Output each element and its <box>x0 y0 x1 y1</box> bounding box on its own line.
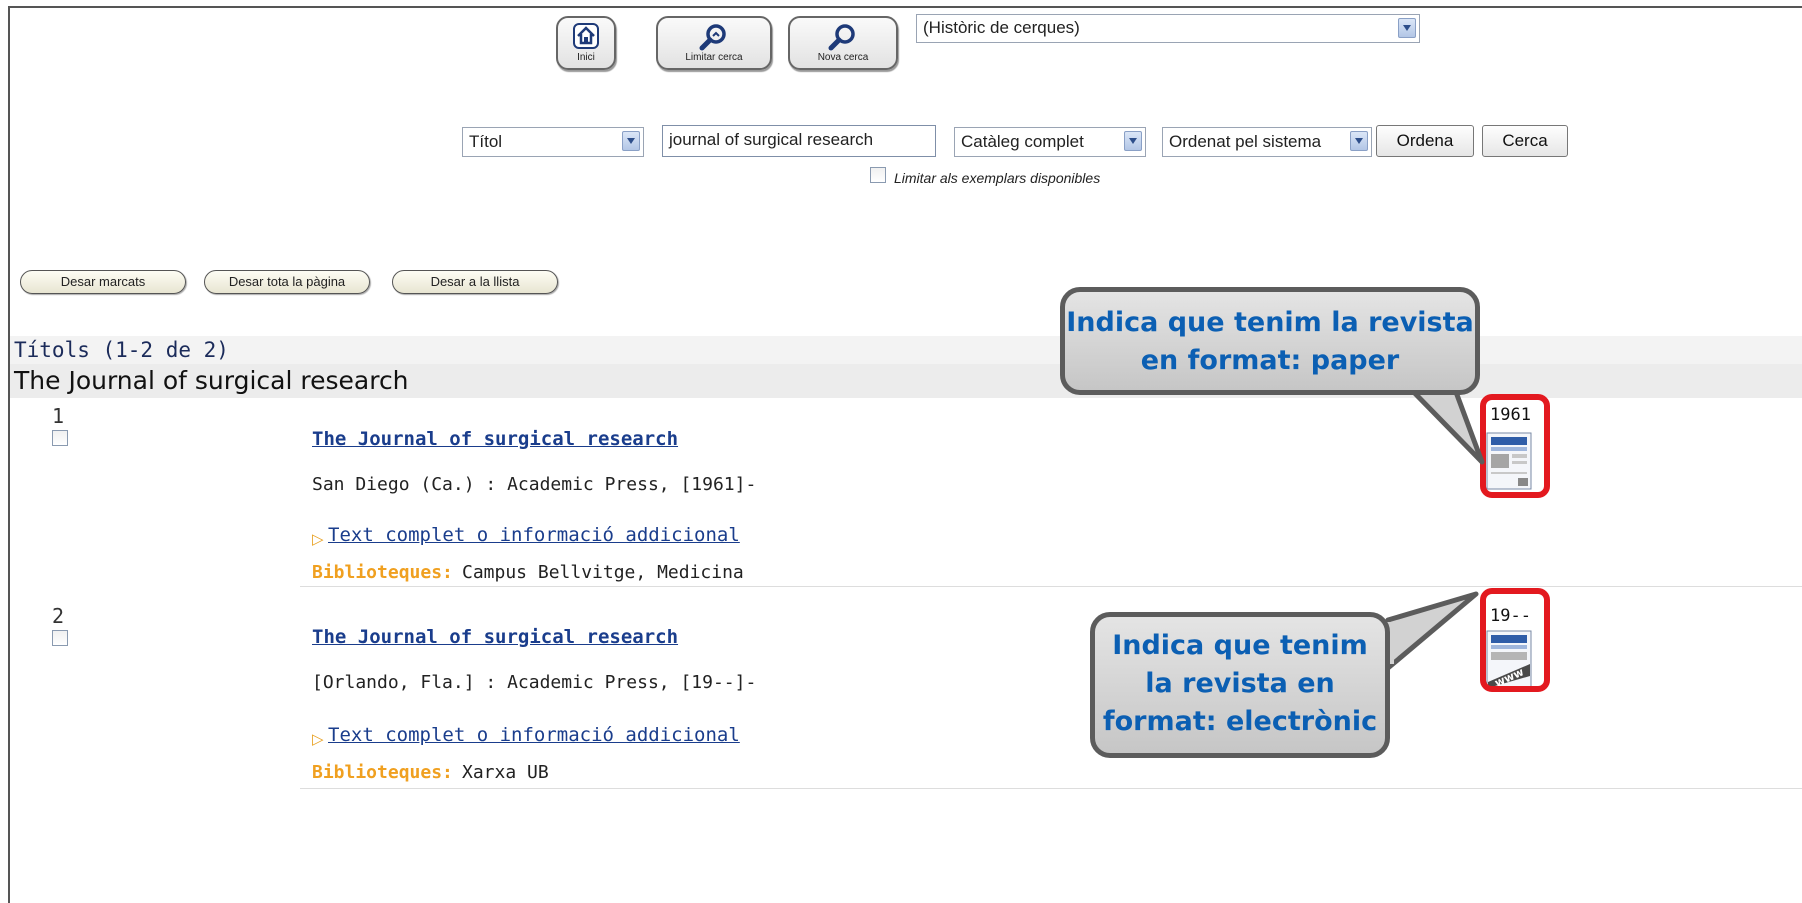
result-publisher: San Diego (Ca.) : Academic Press, [1961]… <box>312 474 757 495</box>
paper-format-highlight <box>1480 394 1550 498</box>
catalog-scope-select[interactable]: Catàleg complet <box>954 127 1146 157</box>
home-icon <box>573 23 599 49</box>
result-title-link[interactable]: The Journal of surgical research <box>312 428 678 450</box>
new-search-button[interactable]: Nova cerca <box>788 16 898 70</box>
sort-button[interactable]: Ordena <box>1376 125 1474 157</box>
search-input[interactable]: journal of surgical research <box>662 125 936 157</box>
group-title: The Journal of surgical research <box>14 366 409 395</box>
libraries-value: Campus Bellvitge, Medicina <box>462 562 744 583</box>
paper-format-callout: Indica que tenim la revista en format: p… <box>1060 287 1480 395</box>
search-button[interactable]: Cerca <box>1482 125 1568 157</box>
result-publisher: [Orlando, Fla.] : Academic Press, [19--]… <box>312 672 757 693</box>
sort-order-value: Ordenat pel sistema <box>1169 132 1322 151</box>
result-number: 1 <box>52 404 65 428</box>
save-to-list-button[interactable]: Desar a la llista <box>392 270 558 294</box>
fulltext-link[interactable]: Text complet o informació addicional <box>328 524 740 546</box>
limit-search-label: Limitar cerca <box>685 52 743 63</box>
electronic-format-highlight <box>1480 588 1550 692</box>
chevron-down-icon <box>1398 18 1416 38</box>
search-field-value: Títol <box>469 132 503 151</box>
paper-callout-text: Indica que tenim la revista en format: p… <box>1066 307 1474 376</box>
search-query-value: journal of surgical research <box>669 130 874 149</box>
new-search-label: Nova cerca <box>817 52 869 63</box>
electronic-callout-text: Indica que tenim la revista en format: e… <box>1102 630 1378 737</box>
result-title-link[interactable]: The Journal of surgical research <box>312 626 678 648</box>
fulltext-link[interactable]: Text complet o informació addicional <box>328 724 740 746</box>
expand-arrow-icon: ▷ <box>312 730 324 748</box>
limit-search-button[interactable]: Limitar cerca <box>656 16 772 70</box>
search-history-value: (Històric de cerques) <box>923 18 1080 37</box>
search-field-select[interactable]: Títol <box>462 127 644 157</box>
chevron-down-icon <box>1350 131 1368 151</box>
results-count-band <box>10 336 1802 364</box>
chevron-down-icon <box>1124 131 1142 151</box>
electronic-format-callout: Indica que tenim la revista en format: e… <box>1090 612 1390 758</box>
home-button[interactable]: Inici <box>556 16 616 70</box>
result-divider <box>300 788 1802 789</box>
libraries-label: Biblioteques: <box>312 762 453 783</box>
callout-pointer <box>1380 591 1479 671</box>
expand-arrow-icon: ▷ <box>312 530 324 548</box>
catalog-scope-value: Catàleg complet <box>961 132 1084 151</box>
save-page-button[interactable]: Desar tota la pàgina <box>204 270 370 294</box>
save-marked-button[interactable]: Desar marcats <box>20 270 186 294</box>
magnifier-icon <box>828 24 855 51</box>
sort-order-select[interactable]: Ordenat pel sistema <box>1162 127 1372 157</box>
limit-search-icon <box>699 24 726 51</box>
home-label: Inici <box>577 52 595 63</box>
result-checkbox[interactable] <box>52 630 68 646</box>
chevron-down-icon <box>622 131 640 151</box>
libraries-label: Biblioteques: <box>312 562 453 583</box>
limit-available-label: Limitar als exemplars disponibles <box>894 170 1101 186</box>
results-count: Títols (1-2 de 2) <box>14 338 229 362</box>
result-number: 2 <box>52 604 65 628</box>
result-divider <box>300 586 1802 587</box>
libraries-value: Xarxa UB <box>462 762 549 783</box>
result-checkbox[interactable] <box>52 430 68 446</box>
search-history-select[interactable]: (Històric de cerques) <box>916 14 1420 43</box>
limit-available-checkbox[interactable] <box>870 167 886 183</box>
